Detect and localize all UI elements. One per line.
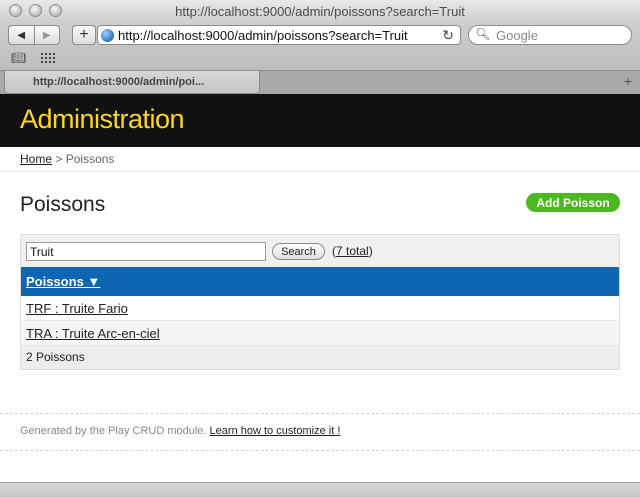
breadcrumb-separator: > — [55, 152, 63, 166]
page-header: Administration — [0, 94, 640, 147]
browser-search-placeholder: Google — [496, 28, 538, 43]
list-item-link[interactable]: TRF : Truite Fario — [26, 301, 128, 316]
tab-label: http://localhost:9000/admin/poi... — [33, 76, 205, 88]
add-bookmark-button[interactable]: + — [72, 25, 96, 45]
window-title: http://localhost:9000/admin/poissons?sea… — [175, 4, 465, 19]
list-item-link[interactable]: TRA : Truite Arc-en-ciel — [26, 326, 160, 341]
bookmarks-book-icon[interactable]: 📖︎ — [11, 51, 26, 65]
sort-by-poissons-link[interactable]: Poissons ▼ — [26, 274, 100, 289]
tab-bar: http://localhost:9000/admin/poi... + — [0, 70, 640, 94]
back-arrow-icon: ◀ — [17, 29, 26, 41]
footer: Generated by the Play CRUD module. Learn… — [20, 425, 340, 437]
list-count-row: 2 Poissons — [21, 346, 619, 369]
list-item: TRF : Truite Fario — [21, 296, 619, 321]
navigation-buttons: ◀ ▶ — [8, 25, 60, 45]
list-header: Poissons ▼ — [21, 267, 619, 296]
list-item: TRA : Truite Arc-en-ciel — [21, 321, 619, 346]
footer-text: Generated by the Play CRUD module. — [20, 425, 207, 437]
forward-arrow-icon: ▶ — [42, 29, 51, 41]
total-close-paren: ) — [368, 244, 373, 258]
browser-search-field[interactable]: 🔍︎ Google — [468, 25, 632, 45]
address-text: http://localhost:9000/admin/poissons?sea… — [118, 28, 408, 43]
address-bar[interactable]: http://localhost:9000/admin/poissons?sea… — [97, 25, 461, 45]
browser-tab[interactable]: http://localhost:9000/admin/poi... — [4, 71, 260, 94]
top-sites-grid-icon[interactable] — [41, 52, 55, 63]
page-title: Poissons — [20, 193, 106, 216]
search-button[interactable]: Search — [272, 243, 325, 260]
search-bar: Search (7 total) — [21, 235, 619, 267]
customize-link[interactable]: Learn how to customize it ! — [210, 425, 341, 437]
forward-button[interactable]: ▶ — [33, 26, 60, 44]
breadcrumb-home-link[interactable]: Home — [20, 152, 52, 166]
window-titlebar: http://localhost:9000/admin/poissons?sea… — [0, 0, 640, 22]
globe-icon — [101, 29, 114, 42]
new-tab-icon[interactable]: + — [624, 73, 632, 89]
status-bar — [0, 482, 640, 497]
total-link[interactable]: 7 total — [336, 244, 369, 258]
footer-divider-bottom — [0, 450, 640, 451]
breadcrumb-divider — [0, 171, 640, 172]
reload-icon[interactable]: ↻ — [442, 27, 454, 44]
plus-icon: + — [79, 26, 89, 43]
crud-list-panel: Search (7 total) Poissons ▼ TRF : Truite… — [20, 234, 620, 370]
breadcrumb: Home > Poissons — [20, 152, 114, 166]
add-poisson-button[interactable]: Add Poisson — [526, 193, 620, 212]
search-input[interactable] — [26, 242, 266, 261]
footer-divider-top — [0, 413, 640, 414]
header-title: Administration — [20, 104, 185, 134]
total-count: (7 total) — [332, 244, 373, 258]
breadcrumb-current: Poissons — [65, 152, 115, 166]
back-button[interactable]: ◀ — [9, 26, 34, 44]
browser-toolbar: ◀ ▶ + http://localhost:9000/admin/poisso… — [0, 22, 640, 70]
list-count: 2 Poissons — [26, 350, 85, 364]
magnifier-icon: 🔍︎ — [475, 27, 491, 41]
